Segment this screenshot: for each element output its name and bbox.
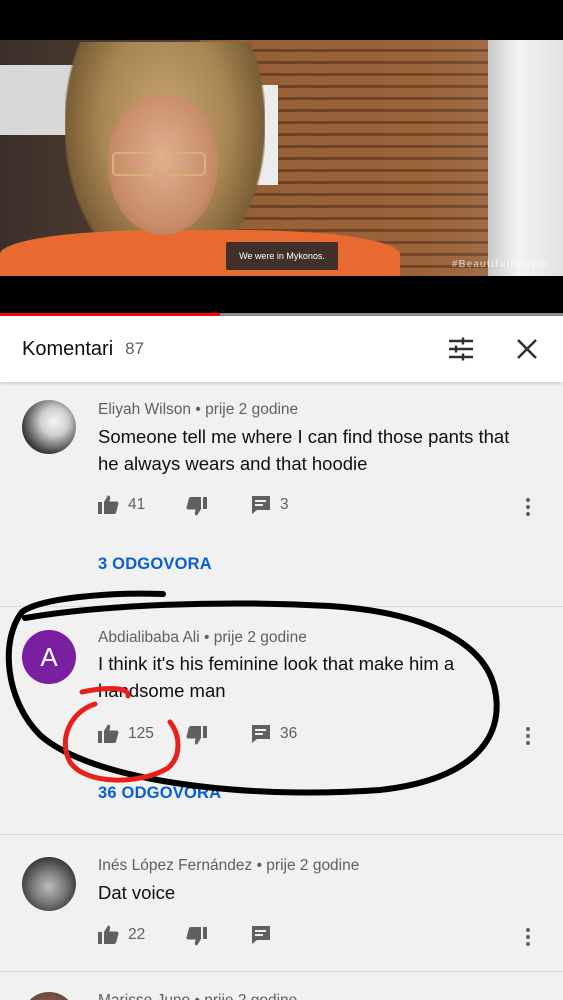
video-person-glasses xyxy=(112,152,212,178)
view-replies-link[interactable]: 3 ODGOVORA xyxy=(98,555,212,574)
thumb-up-icon xyxy=(98,925,119,944)
avatar[interactable] xyxy=(22,857,76,911)
thumb-down-icon xyxy=(186,927,207,946)
comment-author[interactable]: Abdialibaba Ali xyxy=(98,629,200,646)
close-icon[interactable] xyxy=(513,335,541,363)
more-options-icon[interactable] xyxy=(518,925,538,949)
comment-text: Someone tell me where I can find those p… xyxy=(98,426,510,474)
thumb-up-icon xyxy=(98,495,119,514)
comments-header: Komentari 87 xyxy=(0,316,563,382)
video-subtitle: We were in Mykonos. xyxy=(226,242,338,270)
comment-item: A Abdialibaba Ali • prije 2 godine I thi… xyxy=(0,607,563,834)
video-person-shirt xyxy=(0,230,400,276)
avatar[interactable] xyxy=(22,992,76,1000)
comment-time: prije 2 godine xyxy=(205,401,299,418)
comment-actions: 125 36 xyxy=(98,724,538,748)
more-options-icon[interactable] xyxy=(518,495,538,519)
comment-icon xyxy=(251,925,271,945)
like-button[interactable]: 41 xyxy=(98,495,145,514)
comment-item: Inés López Fernández • prije 2 godine Da… xyxy=(0,835,563,971)
video-watermark: #BeautifulPeople xyxy=(451,259,549,270)
dislike-button[interactable] xyxy=(186,726,207,745)
comment-author[interactable]: Marisse Juno xyxy=(98,992,190,1000)
comment-time: prije 2 godine xyxy=(213,629,307,646)
comment-text: Dat voice xyxy=(98,882,176,903)
thumb-down-icon xyxy=(186,497,207,516)
like-count: 22 xyxy=(128,925,146,943)
comment-time: prije 2 godine xyxy=(266,857,360,874)
comment-meta: Abdialibaba Ali • prije 2 godine xyxy=(98,629,307,647)
avatar-letter: A xyxy=(40,641,58,672)
comment-icon xyxy=(251,495,271,515)
avatar[interactable]: A xyxy=(22,630,76,684)
comment-actions: 41 3 xyxy=(98,495,538,519)
comment-meta: Inés López Fernández • prije 2 godine xyxy=(98,857,359,875)
reply-button[interactable]: 3 xyxy=(251,495,289,515)
comments-title: Komentari xyxy=(22,337,114,360)
more-options-icon[interactable] xyxy=(518,724,538,748)
like-count: 41 xyxy=(128,495,146,513)
avatar[interactable] xyxy=(22,400,76,454)
like-button[interactable]: 125 xyxy=(98,724,154,743)
meta-separator: • xyxy=(204,629,214,646)
like-count: 125 xyxy=(128,724,154,742)
comments-count: 87 xyxy=(125,339,145,358)
reply-button[interactable] xyxy=(251,925,280,945)
comment-actions: 22 xyxy=(98,925,538,949)
thumb-up-icon xyxy=(98,724,119,743)
comment-author[interactable]: Inés López Fernández xyxy=(98,857,252,874)
reply-count: 36 xyxy=(280,725,298,742)
comment-item: Eliyah Wilson • prije 2 godine Someone t… xyxy=(0,382,563,606)
video-frame[interactable]: We were in Mykonos. #BeautifulPeople xyxy=(0,40,563,276)
comment-meta: Marisse Juno • prije 2 godine xyxy=(98,992,297,1000)
meta-separator: • xyxy=(195,401,206,418)
comment-author[interactable]: Eliyah Wilson xyxy=(98,401,191,418)
thumb-down-icon xyxy=(186,726,207,745)
reply-button[interactable]: 36 xyxy=(251,724,297,744)
dislike-button[interactable] xyxy=(186,497,207,516)
view-replies-link[interactable]: 36 ODGOVORA xyxy=(98,784,221,803)
dislike-button[interactable] xyxy=(186,927,207,946)
reply-count: 3 xyxy=(280,496,289,513)
comment-icon xyxy=(251,724,271,744)
like-button[interactable]: 22 xyxy=(98,925,145,944)
tune-icon[interactable] xyxy=(447,335,475,363)
comment-time: prije 2 godine xyxy=(204,992,297,1000)
comment-item: Marisse Juno • prije 2 godine xyxy=(0,972,563,1000)
comment-text: I think it's his feminine look that make… xyxy=(98,653,455,701)
meta-separator: • xyxy=(256,857,267,874)
comment-meta: Eliyah Wilson • prije 2 godine xyxy=(98,401,298,419)
video-player[interactable]: We were in Mykonos. #BeautifulPeople xyxy=(0,0,563,316)
meta-separator: • xyxy=(195,992,205,1000)
video-background-window xyxy=(488,40,563,276)
